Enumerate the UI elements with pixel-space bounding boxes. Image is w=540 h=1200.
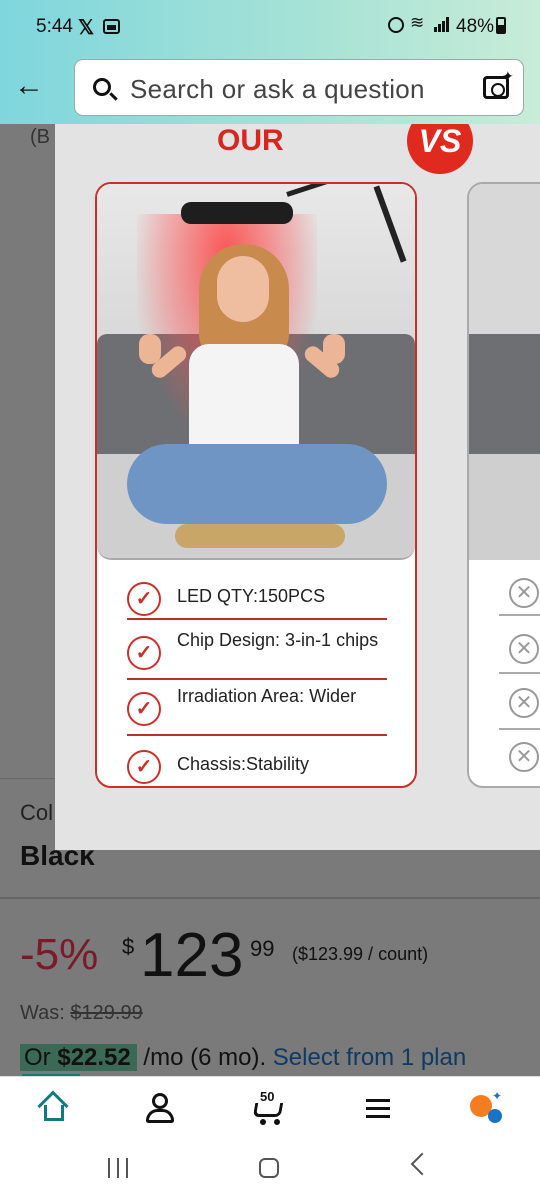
price-whole: 123 (140, 921, 244, 990)
signal-icon (434, 17, 450, 32)
back-button-icon[interactable] (410, 1152, 434, 1176)
vs-badge: VS (407, 124, 473, 174)
feature-label: Chassis:Stability (177, 754, 310, 774)
cart-icon[interactable]: 50 (248, 1089, 288, 1125)
wifi-icon: ≋ (410, 13, 425, 32)
feature-item: ✓ Irradiation Area: Wider (127, 680, 387, 736)
discount-percent: -5% (20, 930, 99, 979)
monthly-chip: Or $22.52 (20, 1044, 137, 1071)
x-circle-icon: ✕ (509, 578, 539, 608)
price-cents: 99 (250, 936, 275, 961)
monthly-prefix: Or (24, 1044, 51, 1071)
price-per-count: ($123.99 / count) (292, 944, 429, 964)
system-nav-bar (0, 1138, 540, 1200)
status-time: 5:44 (36, 16, 73, 37)
feature-item: ✓ LED QTY:150PCS (127, 570, 387, 620)
x-circle-icon: ✕ (509, 688, 539, 718)
was-label: Was: (20, 1002, 65, 1024)
feature-label: Irradiation Area: Wider (177, 686, 357, 706)
price-currency: $ (122, 934, 135, 959)
alarm-icon (388, 17, 404, 33)
home-icon[interactable] (34, 1090, 74, 1125)
feature-label: Chip Design: 3-in-1 chips (177, 630, 379, 650)
account-icon[interactable] (140, 1091, 180, 1125)
was-price-line: Was: $129.99 (20, 1002, 143, 1025)
monthly-suffix: /mo (6 mo). (143, 1044, 267, 1071)
battery-percent: 48% (456, 16, 495, 37)
battery-icon (496, 17, 506, 34)
bottom-nav: 50 ✦ (0, 1076, 540, 1138)
was-price: $129.99 (70, 1002, 143, 1024)
monthly-amount: $22.52 (57, 1044, 131, 1071)
cart-count: 50 (260, 1089, 275, 1104)
feature-label: LED QTY:150PCS (177, 586, 326, 606)
divider (0, 897, 540, 899)
rufus-assistant-icon[interactable]: ✦ (466, 1089, 506, 1125)
check-circle-icon: ✓ (127, 582, 161, 616)
menu-icon[interactable] (358, 1091, 398, 1125)
color-label: Col (20, 800, 54, 825)
search-icon (93, 78, 111, 96)
comparison-card-ours: ✓ LED QTY:150PCS ✓ Chip Design: 3-in-1 c… (95, 182, 417, 788)
x-circle-icon: ✕ (509, 742, 539, 772)
search-input[interactable]: Search or ask a question (130, 74, 425, 105)
feature-item: ✓ Chip Design: 3-in-1 chips (127, 624, 387, 680)
search-bar[interactable]: Search or ask a question ✦ (74, 59, 524, 116)
status-bar: 5:44 𝕏 ≋ 48% (0, 0, 540, 56)
overlay-title: OUR (217, 124, 284, 157)
check-circle-icon: ✓ (127, 750, 161, 784)
check-circle-icon: ✓ (127, 636, 161, 670)
header: 5:44 𝕏 ≋ 48% ← Search or ask a question … (0, 0, 540, 124)
product-image-overlay[interactable]: OUR VS ✓ LED QTY:150PCS ✓ Chip Design: 3… (55, 124, 540, 850)
back-arrow-icon[interactable]: ← (14, 70, 46, 102)
comparison-card-others: ✕ ✕ ✕ ✕ (467, 182, 540, 788)
partial-text: (B (30, 126, 50, 148)
gallery-notification-icon (103, 19, 120, 34)
x-circle-icon: ✕ (509, 634, 539, 664)
recent-apps-icon[interactable] (108, 1158, 130, 1178)
competitor-photo (469, 184, 540, 560)
select-plan-link[interactable]: Select from 1 plan (273, 1044, 466, 1071)
product-photo (97, 184, 415, 560)
sparkle-icon: ✦ (502, 68, 514, 84)
check-circle-icon: ✓ (127, 692, 161, 726)
home-button-icon[interactable] (259, 1158, 279, 1178)
x-app-icon: 𝕏 (78, 17, 95, 39)
monthly-payment-line: Or $22.52 /mo (6 mo). Select from 1 plan (20, 1044, 466, 1072)
lamp-head (181, 202, 293, 224)
feature-item: ✓ Chassis:Stability (127, 738, 387, 786)
